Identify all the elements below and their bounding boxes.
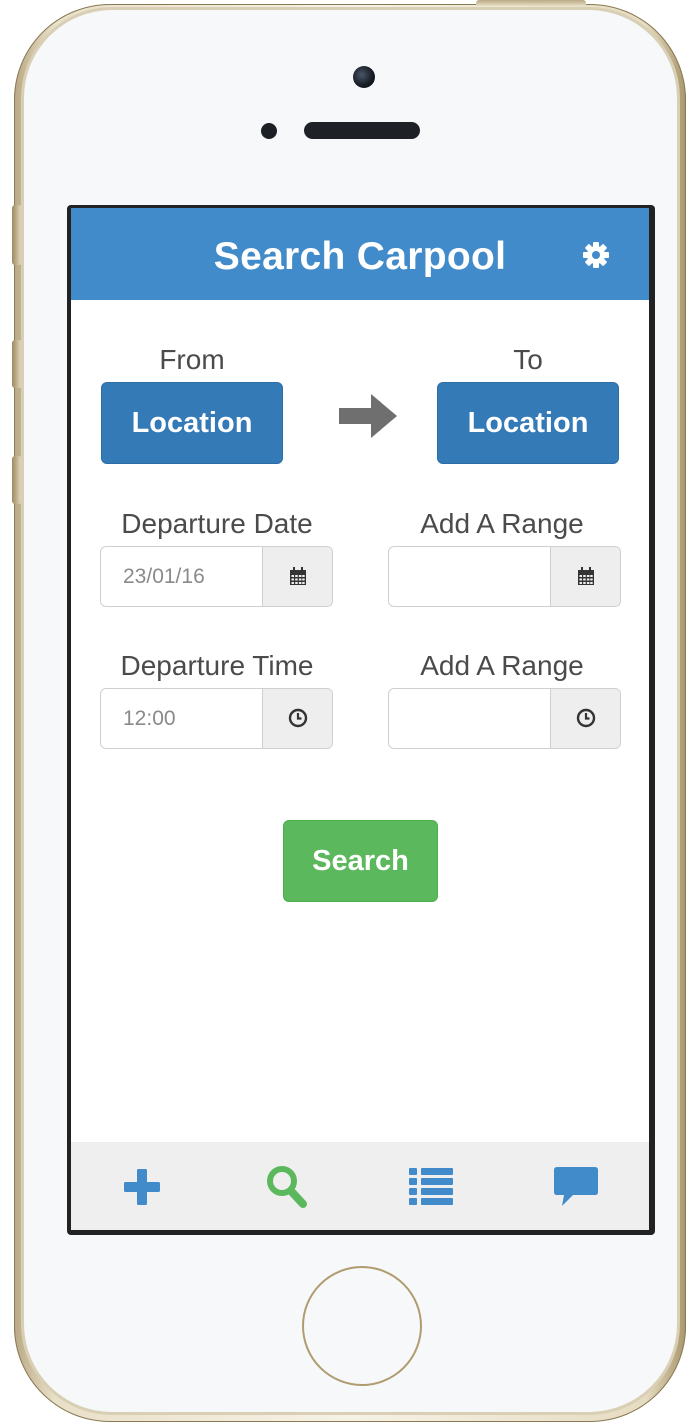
page-title: Search Carpool — [213, 235, 507, 278]
departure-date-picker-button[interactable] — [262, 547, 332, 606]
proximity-sensor — [261, 123, 277, 139]
to-label: To — [513, 344, 543, 375]
phone-screen: Search Carpool From Location To Location… — [67, 205, 655, 1235]
to-location-button[interactable]: Location — [437, 382, 619, 464]
list-icon — [409, 1168, 453, 1205]
departure-date-input-group: 23/01/16 — [100, 546, 333, 607]
front-camera — [353, 66, 375, 88]
clock-icon — [288, 708, 308, 728]
time-range-input-group — [388, 688, 621, 749]
tab-search[interactable] — [215, 1142, 359, 1230]
time-range-picker-button[interactable] — [550, 689, 620, 748]
date-range-input-group — [388, 546, 621, 607]
earpiece-speaker — [304, 122, 420, 139]
home-button[interactable] — [302, 1266, 422, 1386]
time-range-label: Add A Range — [420, 650, 584, 681]
date-range-label: Add A Range — [420, 508, 584, 539]
date-range-field[interactable] — [389, 547, 551, 606]
bottom-tab-bar — [71, 1142, 649, 1230]
calendar-icon — [578, 567, 594, 585]
departure-time-label: Departure Time — [120, 650, 314, 681]
departure-date-label: Departure Date — [121, 508, 313, 539]
departure-date-field[interactable]: 23/01/16 — [101, 547, 263, 606]
search-button[interactable]: Search — [283, 820, 438, 902]
search-icon — [267, 1166, 307, 1208]
from-location-button[interactable]: Location — [101, 382, 283, 464]
departure-time-input-group: 12:00 — [100, 688, 333, 749]
clock-icon — [576, 708, 596, 728]
power-button — [476, 0, 586, 6]
gear-icon[interactable] — [581, 240, 611, 270]
volume-down-button — [12, 456, 22, 504]
from-label: From — [159, 344, 225, 375]
chat-bubble-icon — [554, 1167, 598, 1206]
mute-switch — [12, 205, 22, 265]
departure-time-picker-button[interactable] — [262, 689, 332, 748]
time-range-field[interactable] — [389, 689, 551, 748]
app-screen: Search Carpool From Location To Location… — [71, 208, 649, 1230]
volume-up-button — [12, 340, 22, 388]
tab-messages[interactable] — [503, 1142, 647, 1230]
calendar-icon — [290, 567, 306, 585]
tab-add[interactable] — [71, 1142, 215, 1230]
departure-time-field[interactable]: 12:00 — [101, 689, 263, 748]
app-header: Search Carpool — [71, 208, 649, 300]
date-range-picker-button[interactable] — [550, 547, 620, 606]
tab-list[interactable] — [359, 1142, 503, 1230]
plus-icon — [124, 1169, 160, 1205]
arrow-right-icon — [339, 394, 397, 438]
